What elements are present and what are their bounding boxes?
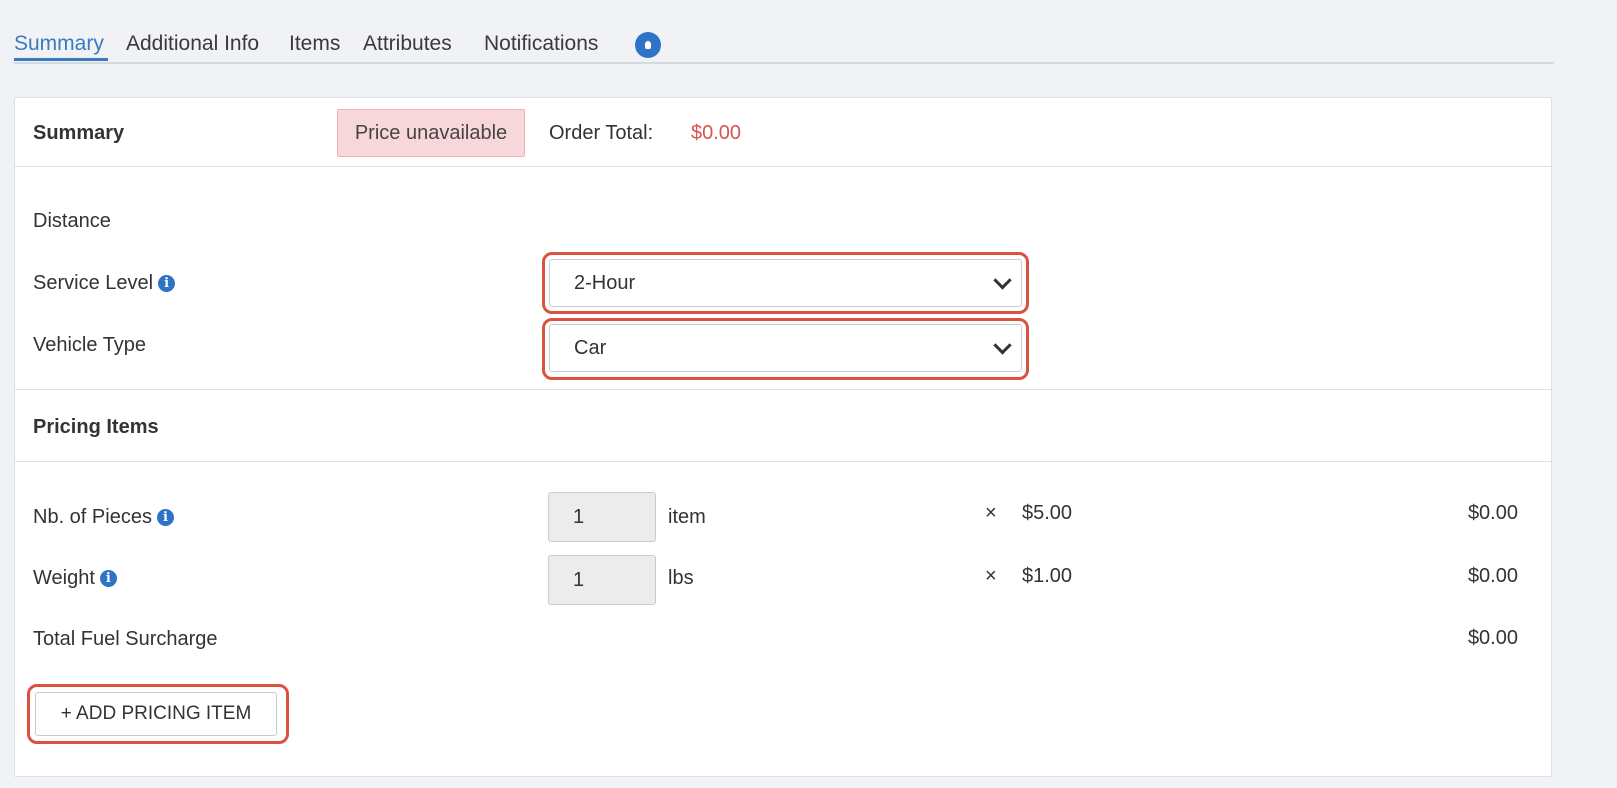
summary-card: Summary Price unavailable Order Total: $… (14, 97, 1552, 777)
divider (15, 461, 1551, 462)
weight-total: $0.00 (1467, 565, 1518, 587)
tab-notifications[interactable]: Notifications (484, 32, 598, 56)
vehicle-type-value: Car (574, 336, 607, 359)
fuel-surcharge-label: Total Fuel Surcharge (33, 628, 218, 650)
pieces-total: $0.00 (1467, 502, 1518, 524)
summary-title: Summary (33, 122, 125, 144)
distance-label: Distance (33, 210, 111, 232)
pieces-rate: $5.00 (1022, 502, 1073, 524)
order-total-label: Order Total: (549, 122, 654, 144)
fuel-surcharge-total: $0.00 (1467, 627, 1518, 649)
tab-summary[interactable]: Summary (14, 32, 104, 56)
service-level-value: 2-Hour (574, 271, 636, 294)
weight-quantity-input[interactable]: 1 (548, 555, 656, 605)
info-icon[interactable]: i (158, 275, 176, 293)
divider (15, 166, 1551, 167)
tab-additional-info[interactable]: Additional Info (126, 32, 259, 56)
active-tab-indicator (14, 58, 108, 61)
weight-unit: lbs (668, 567, 694, 589)
info-icon[interactable]: i (156, 509, 174, 527)
pricing-items-title: Pricing Items (33, 416, 159, 438)
chevron-down-icon (993, 336, 1012, 355)
add-pricing-item-button[interactable]: + ADD PRICING ITEM (35, 692, 277, 736)
service-level-label: Service Level i (33, 272, 176, 295)
order-total-value: $0.00 (691, 122, 742, 144)
chevron-down-icon (993, 271, 1012, 290)
info-icon[interactable]: i (99, 570, 117, 588)
tab-attributes[interactable]: Attributes (363, 32, 452, 56)
vehicle-type-select[interactable]: Car (549, 324, 1022, 372)
bell-icon[interactable] (635, 32, 661, 58)
service-level-label-text: Service Level (33, 272, 154, 294)
weight-rate: $1.00 (1022, 565, 1073, 587)
pieces-quantity-input[interactable]: 1 (548, 492, 656, 542)
pieces-unit: item (668, 506, 706, 528)
multiply-sign: × (985, 502, 997, 524)
pieces-label: Nb. of Pieces i (33, 506, 174, 529)
weight-label: Weight i (33, 567, 117, 590)
tab-items[interactable]: Items (289, 32, 340, 56)
price-unavailable-badge: Price unavailable (337, 109, 525, 157)
weight-label-text: Weight (33, 567, 95, 589)
service-level-select[interactable]: 2-Hour (549, 259, 1022, 307)
multiply-sign: × (985, 565, 997, 587)
tab-bar: Summary Additional Info Items Attributes… (14, 28, 1554, 64)
divider (15, 389, 1551, 390)
pieces-label-text: Nb. of Pieces (33, 506, 152, 528)
vehicle-type-label: Vehicle Type (33, 334, 147, 356)
